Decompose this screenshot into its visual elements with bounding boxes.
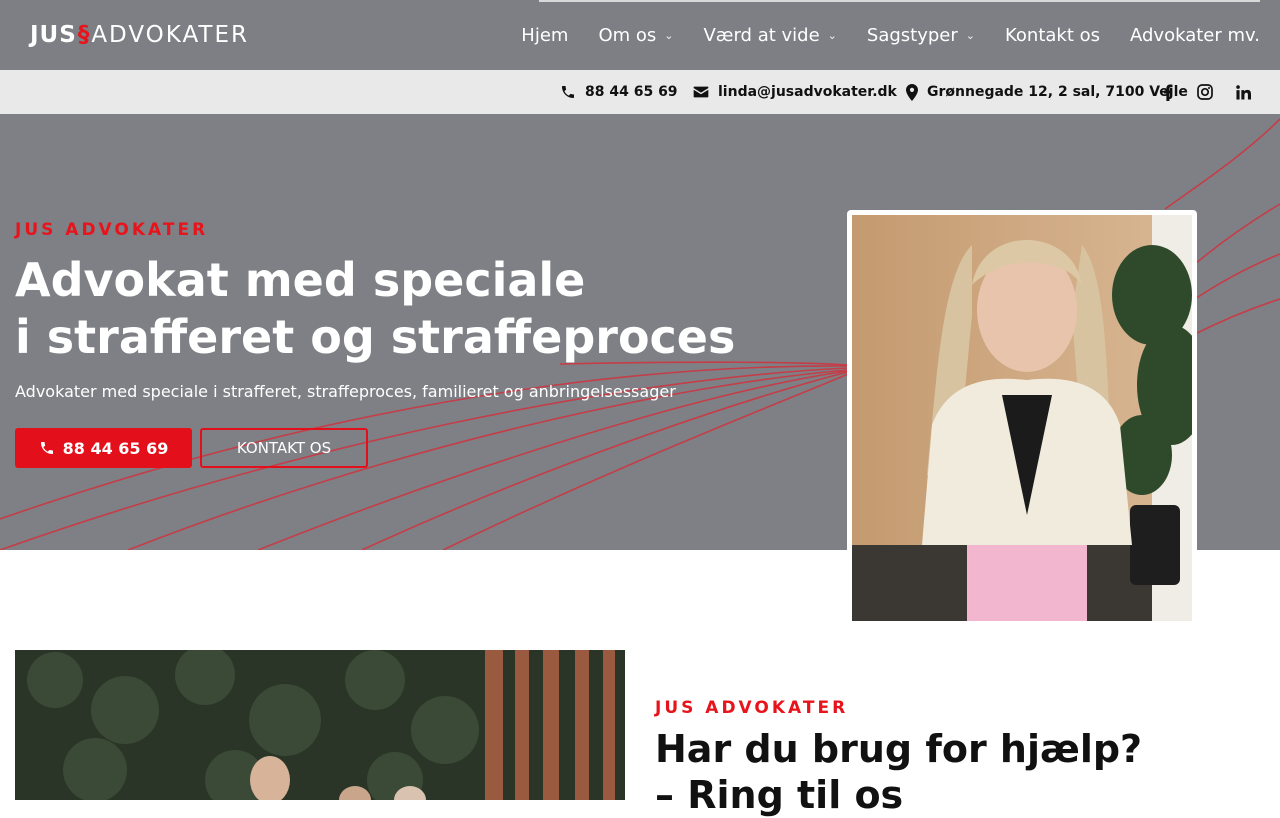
- lawyer-portrait-frame: [847, 210, 1197, 626]
- portrait-illustration: [852, 215, 1192, 621]
- contact-button-label: KONTAKT OS: [236, 439, 332, 457]
- hero-eyebrow: JUS ADVOKATER: [15, 220, 209, 240]
- call-button[interactable]: 88 44 65 69: [15, 428, 192, 468]
- facebook-icon: [1163, 83, 1173, 101]
- section-title-line1: Har du brug for hjælp?: [655, 727, 1143, 771]
- team-photo-illustration: [15, 650, 625, 800]
- lawyer-portrait-photo: [852, 215, 1192, 621]
- site-logo[interactable]: JUS § ADVOKATER: [30, 21, 249, 49]
- nav-label: Om os: [598, 24, 657, 46]
- chevron-down-icon: ⌄: [965, 28, 975, 42]
- instagram-icon: [1197, 84, 1213, 100]
- email-link[interactable]: linda@jusadvokater.dk: [693, 70, 897, 114]
- nav-item-vaerd-at-vide[interactable]: Værd at vide ⌄: [703, 25, 836, 46]
- section-eyebrow: JUS ADVOKATER: [655, 698, 849, 718]
- logo-advokater: ADVOKATER: [91, 22, 249, 48]
- envelope-icon: [693, 86, 709, 98]
- nav-item-advokater[interactable]: Advokater mv.: [1130, 25, 1260, 46]
- phone-number: 88 44 65 69: [585, 84, 678, 100]
- contact-button[interactable]: KONTAKT OS: [200, 428, 368, 468]
- chevron-down-icon: ⌄: [827, 28, 837, 42]
- phone-icon: [562, 86, 574, 98]
- instagram-link[interactable]: [1195, 70, 1215, 114]
- nav-label: Hjem: [521, 24, 569, 46]
- address-link[interactable]: Grønnegade 12, 2 sal, 7100 Vejle: [906, 70, 1188, 114]
- map-pin-icon: [906, 83, 918, 101]
- nav-item-kontakt-os[interactable]: Kontakt os: [1005, 25, 1100, 46]
- nav-item-hjem[interactable]: Hjem: [521, 25, 568, 46]
- site-header: JUS § ADVOKATER Hjem Om os ⌄ Værd at vide…: [0, 0, 1280, 70]
- logo-jus: JUS: [30, 22, 77, 48]
- linkedin-icon: [1235, 84, 1251, 100]
- hero-title-line2: i strafferet og straffeproces: [15, 310, 736, 364]
- team-photo: [15, 650, 625, 800]
- phone-icon: [40, 442, 53, 454]
- linkedin-link[interactable]: [1233, 70, 1253, 114]
- facebook-link[interactable]: [1158, 70, 1178, 114]
- nav-label: Kontakt os: [1004, 24, 1100, 46]
- logo-paragraph-mark: §: [77, 22, 91, 48]
- section-title-line2: – Ring til os: [655, 773, 904, 817]
- contact-info-bar: 88 44 65 69 linda@jusadvokater.dk Grønne…: [0, 70, 1280, 114]
- nav-label: Værd at vide: [703, 24, 820, 46]
- main-nav: Hjem Om os ⌄ Værd at vide ⌄ Sagstyper ⌄ Kon…: [491, 0, 1260, 70]
- call-button-label: 88 44 65 69: [62, 438, 169, 458]
- hero-title-line1: Advokat med speciale: [15, 253, 586, 307]
- phone-link[interactable]: 88 44 65 69: [560, 70, 678, 114]
- nav-label: Advokater mv.: [1130, 24, 1260, 46]
- section-title: Har du brug for hjælp? – Ring til os: [655, 726, 1275, 818]
- chevron-down-icon: ⌄: [664, 28, 674, 42]
- email-address: linda@jusadvokater.dk: [718, 84, 897, 100]
- nav-item-sagstyper[interactable]: Sagstyper ⌄: [867, 25, 975, 46]
- nav-label: Sagstyper: [866, 24, 958, 46]
- hero-subtitle: Advokater med speciale i strafferet, str…: [15, 382, 676, 401]
- hero-title: Advokat med speciale i strafferet og str…: [15, 252, 775, 366]
- office-address: Grønnegade 12, 2 sal, 7100 Vejle: [927, 84, 1188, 100]
- nav-item-om-os[interactable]: Om os ⌄: [598, 25, 673, 46]
